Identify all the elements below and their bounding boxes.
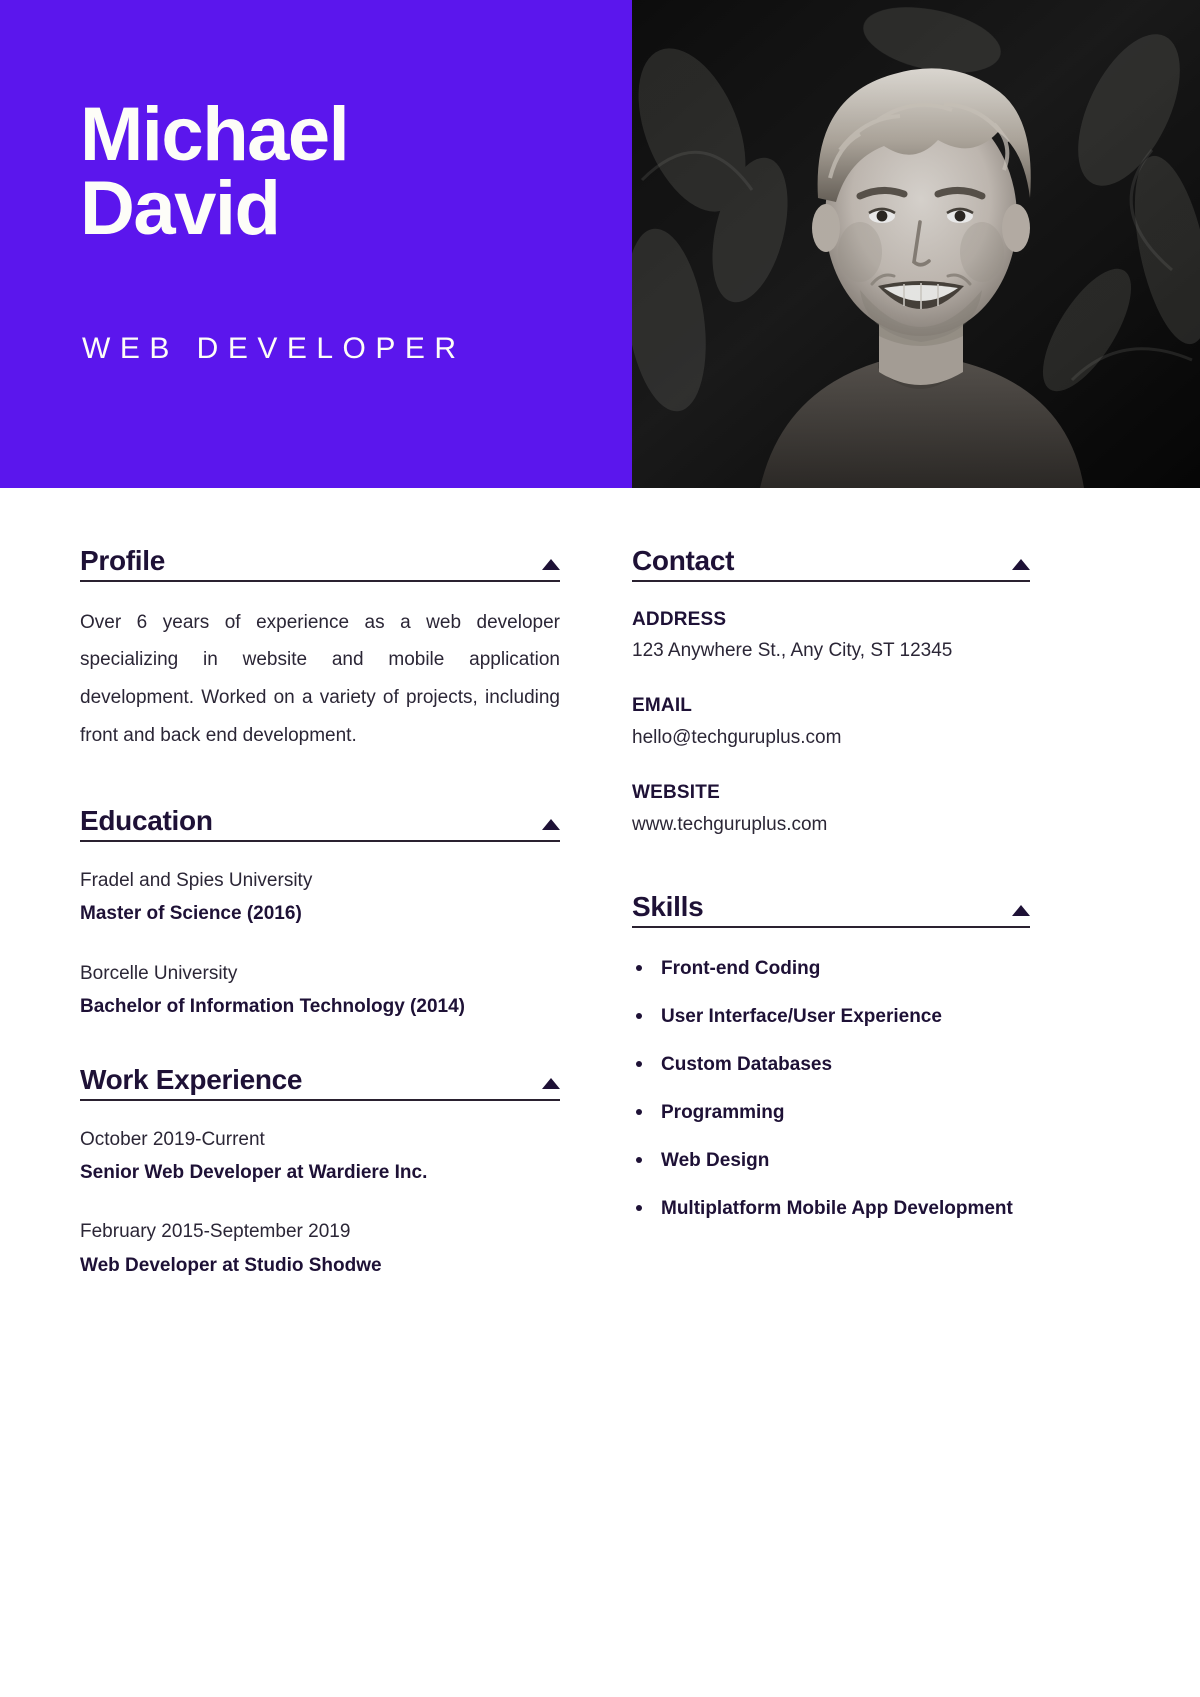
contact-label: WEBSITE [632,782,720,804]
contact-label: ADDRESS [632,608,727,630]
header-purple-panel: Michael David WEB DEVELOPER [0,0,632,488]
resume-header: Michael David WEB DEVELOPER [0,0,1200,488]
work-period: October 2019-Current [80,1128,265,1150]
profile-heading-row[interactable]: Profile [80,545,560,580]
first-name: Michael [80,92,350,177]
work-entry: October 2019-Current Senior Web Develope… [80,1123,560,1190]
list-item: Custom Databases [632,1046,1030,1083]
work-experience-heading: Work Experience [80,1064,303,1096]
skills-heading-row[interactable]: Skills [632,890,1030,926]
portrait-photo-graphic [632,0,1200,488]
skills-list: Front-end Coding User Interface/User Exp… [632,950,1030,1227]
list-item: Web Design [632,1142,1030,1179]
work-period: February 2015-September 2019 [80,1221,351,1243]
contact-website: WEBSITE www.techguruplus.com [632,777,1030,840]
section-work-experience: Work Experience October 2019-Current Sen… [80,1064,560,1282]
contact-heading: Contact [632,545,735,576]
work-experience-heading-row[interactable]: Work Experience [80,1064,560,1099]
list-item: Front-end Coding [632,950,1030,987]
contact-divider [632,579,1030,582]
section-contact: Contact ADDRESS 123 Anywhere St., Any Ci… [632,545,1030,840]
education-heading-row[interactable]: Education [80,805,560,840]
list-item: Programming [632,1094,1030,1131]
work-entry: February 2015-September 2019 Web Develop… [80,1215,560,1282]
list-item: User Interface/User Experience [632,998,1030,1035]
work-experience-divider [80,1098,560,1101]
resume-body: Profile Over 6 years of experience as a … [0,488,1200,1288]
education-degree: Master of Science (2016) [80,903,302,925]
last-name: David [80,166,281,252]
profile-heading: Profile [80,545,166,576]
contact-address: ADDRESS 123 Anywhere St., Any City, ST 1… [632,604,1030,667]
list-item: Multiplatform Mobile App Development [632,1190,1030,1227]
education-degree: Bachelor of Information Technology (2014… [80,995,465,1017]
education-entry: Fradel and Spies University Master of Sc… [80,864,560,931]
skills-heading: Skills [632,890,704,922]
skills-divider [632,925,1030,928]
contact-value: 123 Anywhere St., Any City, ST 12345 [632,640,953,662]
education-school: Fradel and Spies University [80,870,313,892]
caret-up-icon[interactable] [542,819,560,831]
caret-up-icon[interactable] [1012,558,1030,570]
left-column: Profile Over 6 years of experience as a … [0,488,632,1288]
section-profile: Profile Over 6 years of experience as a … [80,545,560,754]
resume-page: Michael David WEB DEVELOPER Profile Over… [0,0,1200,1697]
candidate-name: Michael David [80,92,350,252]
right-column: Contact ADDRESS 123 Anywhere St., Any Ci… [632,488,1200,1288]
contact-email: EMAIL hello@techguruplus.com [632,690,1030,753]
caret-up-icon[interactable] [542,1077,560,1089]
education-divider [80,840,560,843]
work-position: Senior Web Developer at Wardiere Inc. [80,1162,428,1184]
work-position: Web Developer at Studio Shodwe [80,1254,382,1276]
contact-value[interactable]: hello@techguruplus.com [632,722,1030,753]
profile-paragraph: Over 6 years of experience as a web deve… [80,611,560,746]
contact-label: EMAIL [632,695,693,717]
education-school: Borcelle University [80,962,238,984]
education-entry: Borcelle University Bachelor of Informat… [80,957,560,1024]
contact-value[interactable]: www.techguruplus.com [632,809,1030,840]
portrait-photo [632,0,1200,488]
contact-heading-row[interactable]: Contact [632,545,1030,580]
section-skills: Skills Front-end Coding User Interface/U… [632,890,1030,1227]
profile-divider [80,579,560,582]
caret-up-icon[interactable] [542,558,560,570]
caret-up-icon[interactable] [1012,904,1030,916]
job-title: WEB DEVELOPER [82,332,466,365]
education-heading: Education [80,805,213,837]
section-education: Education Fradel and Spies University Ma… [80,805,560,1024]
